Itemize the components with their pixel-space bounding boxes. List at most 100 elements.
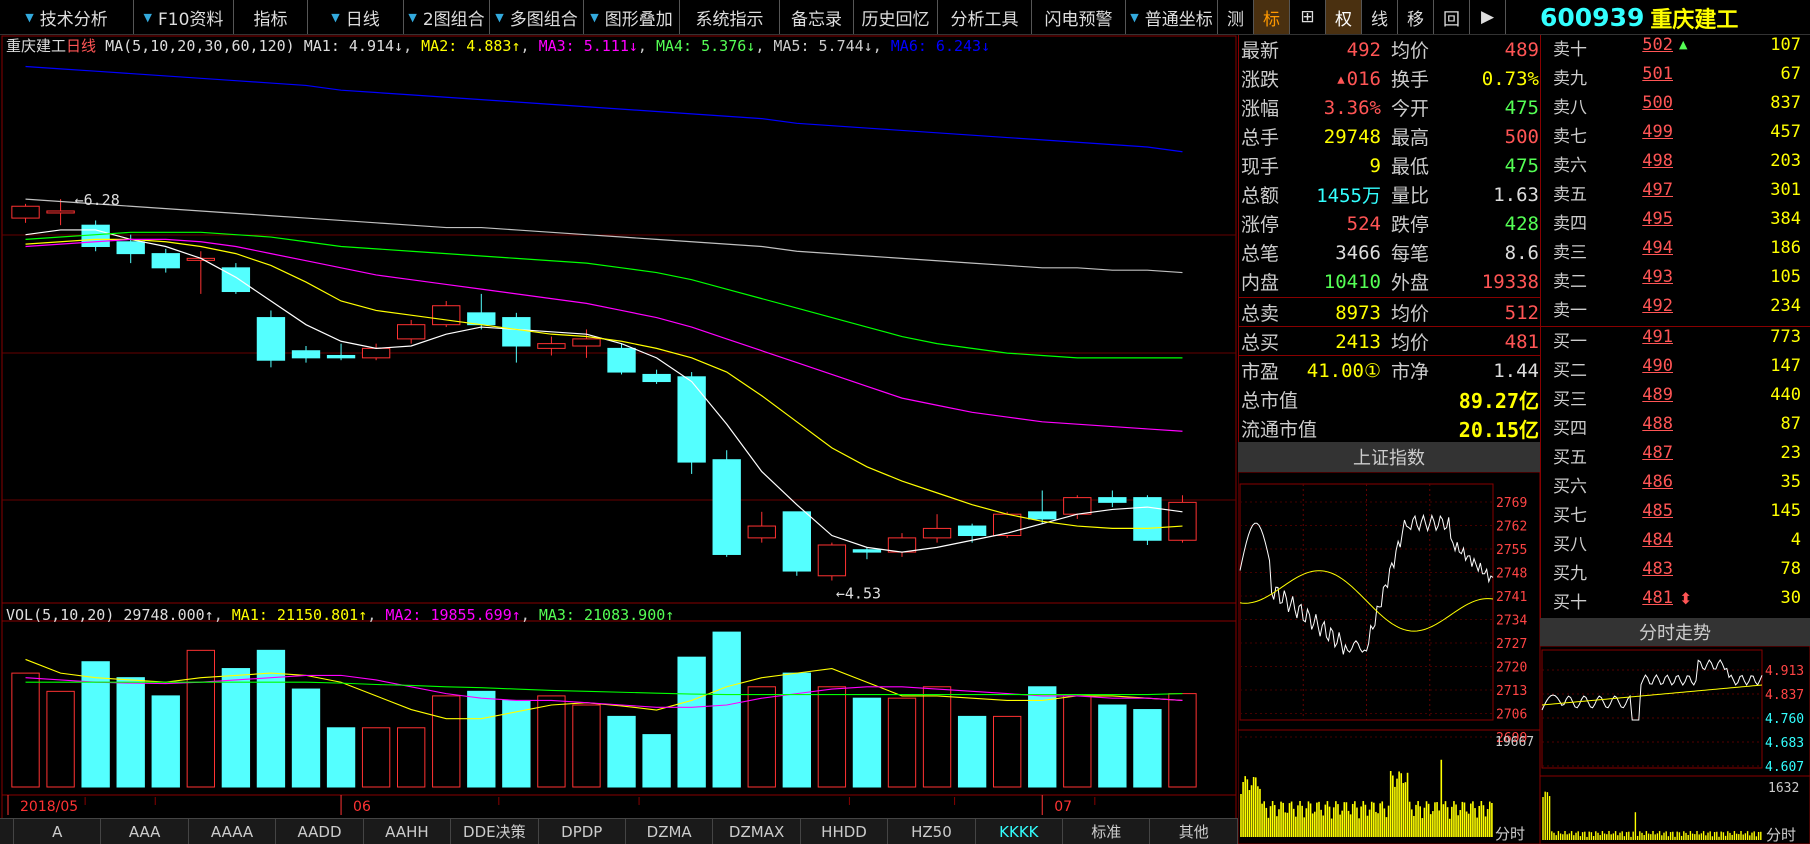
bid-level[interactable]: 买三 489 440 [1541,385,1810,414]
bid-price[interactable]: 481 [1609,588,1673,608]
chart-tool-6[interactable]: 回 [1434,0,1470,34]
bid-price[interactable]: 490 [1609,356,1673,376]
kline-chart[interactable]: ←6.28 ←4.53 2018/05 06 07 [0,35,1238,820]
indicator-tab-12[interactable]: 标准 [1063,819,1151,844]
bid-level[interactable]: 买十 481 30 ⬍ [1541,588,1810,617]
ask-price[interactable]: 501 [1609,64,1673,84]
toolbar-item-12[interactable]: ▼ 普通坐标 [1126,0,1218,34]
index-minute-chart[interactable]: 2769 2762 2755 2748 2741 2734 2727 2720 2713 2706… [1238,472,1540,844]
volume-bar[interactable] [46,690,75,788]
chart-tool-4[interactable]: 线 [1362,0,1398,34]
volume-bar[interactable] [397,727,426,788]
bid-price[interactable]: 488 [1609,414,1673,434]
volume-bar[interactable] [361,727,391,788]
volume-bar[interactable] [957,715,987,788]
volume-bar[interactable] [887,697,917,788]
timeshare-chart[interactable]: 4.913 4.837 4.760 4.683 4.607 1632 分时 [1540,646,1810,844]
volume-bar[interactable] [291,688,321,788]
ask-price[interactable]: 500 [1609,93,1673,113]
volume-bar[interactable] [642,734,671,788]
ask-level[interactable]: 卖二 493 105 [1541,267,1810,296]
bid-level[interactable]: 买五 487 23 [1541,443,1810,472]
volume-bar[interactable] [1098,704,1127,788]
toolbar-item-5[interactable]: ▼ 多图组合 [490,0,584,34]
volume-bar[interactable] [993,715,1022,788]
bid-price[interactable]: 489 [1609,385,1673,405]
chart-period[interactable]: 日线 [66,37,96,55]
ask-price[interactable]: 494 [1609,238,1673,258]
indicator-tab-6[interactable]: DPDP [538,819,626,844]
bid-level[interactable]: 买六 486 35 [1541,472,1810,501]
volume-bar[interactable] [782,672,811,788]
toolbar-item-8[interactable]: 备忘录 [780,0,854,34]
candle[interactable] [782,511,811,576]
candle[interactable] [677,372,706,474]
bid-price[interactable]: 484 [1609,530,1673,550]
toolbar-item-3[interactable]: ▼ 日线 [308,0,404,34]
volume-bar[interactable] [326,727,356,788]
indicator-tab-3[interactable]: AADD [276,819,364,844]
indicator-tab-7[interactable]: DZMA [625,819,714,844]
volume-bar[interactable] [1028,686,1057,788]
indicator-tab-13[interactable]: 其他 [1150,819,1238,844]
bid-price[interactable]: 491 [1609,327,1673,347]
candle[interactable] [221,263,251,294]
bid-price[interactable]: 486 [1609,472,1673,492]
ask-price[interactable]: 495 [1609,209,1673,229]
chart-tool-1[interactable]: 标 [1254,0,1290,34]
toolbar-item-11[interactable]: 闪电预警 [1032,0,1126,34]
toolbar-item-7[interactable]: 系统指示 [680,0,780,34]
index-title[interactable]: 上证指数 [1238,442,1540,472]
volume-bar[interactable] [712,631,741,788]
indicator-tab-8[interactable]: DZMAX [713,819,801,844]
volume-bar[interactable] [432,695,461,788]
volume-bar[interactable] [572,704,601,788]
candle[interactable] [817,542,847,581]
bid-price[interactable]: 483 [1609,559,1673,579]
volume-bar[interactable] [607,715,636,788]
ask-price[interactable]: 499 [1609,122,1673,142]
chart-tool-7[interactable]: ▶ [1470,0,1506,34]
indicator-tab-5[interactable]: DDE决策 [451,819,539,844]
bid-price[interactable]: 485 [1609,501,1673,521]
candle[interactable] [1168,495,1197,543]
toolbar-item-2[interactable]: 指标 [234,0,308,34]
volume-bar[interactable] [11,672,40,788]
bid-level[interactable]: 买二 490 147 [1541,356,1810,385]
indicator-tab-10[interactable]: HZ50 [888,819,976,844]
indicator-tab-11[interactable]: KKKK [975,819,1064,844]
volume-bar[interactable] [922,686,952,788]
toolbar-item-0[interactable]: ▼ 技术分析 [0,0,134,34]
volume-bar[interactable] [221,668,251,788]
ask-level[interactable]: 卖七 499 457 [1541,122,1810,151]
bid-price[interactable]: 487 [1609,443,1673,463]
ask-price[interactable]: 492 [1609,296,1673,316]
volume-bar[interactable] [1063,695,1092,788]
toolbar-item-4[interactable]: ▼ 2图组合 [404,0,490,34]
volume-bar[interactable] [1168,693,1197,788]
volume-bar[interactable] [467,690,496,788]
chart-tool-3[interactable]: 权 [1326,0,1362,34]
volume-bar[interactable] [81,661,110,788]
volume-bar[interactable] [116,677,145,788]
kline-chart-area[interactable]: ←6.28 ←4.53 2018/05 06 07 [0,35,1238,820]
ask-level[interactable]: 卖九 501 67 [1541,64,1810,93]
volume-bar[interactable] [677,656,706,788]
volume-bar[interactable] [256,649,286,788]
bid-level[interactable]: 买四 488 87 [1541,414,1810,443]
toolbar-item-9[interactable]: 历史回忆 [854,0,938,34]
ask-level[interactable]: 卖四 495 384 [1541,209,1810,238]
volume-bar[interactable] [852,697,882,788]
candle[interactable] [607,343,636,375]
ask-price[interactable]: 493 [1609,267,1673,287]
chart-tool-5[interactable]: 移 [1398,0,1434,34]
ask-level[interactable]: 卖五 497 301 [1541,180,1810,209]
bid-level[interactable]: 买七 485 145 [1541,501,1810,530]
toolbar-item-6[interactable]: ▼ 图形叠加 [584,0,680,34]
ask-level[interactable]: 卖三 494 186 [1541,238,1810,267]
volume-bar[interactable] [747,686,776,788]
ask-level[interactable]: 卖八 500 837 [1541,93,1810,122]
bid-level[interactable]: 买一 491 773 [1541,327,1810,356]
ask-price[interactable]: 502 [1609,35,1673,55]
indicator-tab-1[interactable]: AAA [101,819,189,844]
